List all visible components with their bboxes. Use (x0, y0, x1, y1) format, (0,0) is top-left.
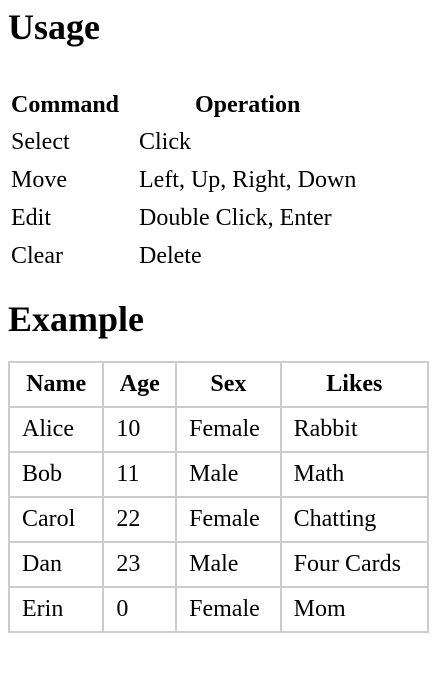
table-cell-age[interactable]: 10 (102, 406, 178, 453)
usage-row: Edit Double Click, Enter (10, 200, 357, 236)
usage-row: Clear Delete (10, 238, 357, 274)
table-cell-sex[interactable]: Male (175, 451, 282, 498)
example-table[interactable]: Name Age Sex Likes Alice 10 Female Rabbi… (7, 361, 430, 633)
table-cell-likes[interactable]: Math (279, 451, 430, 498)
document-page: Usage Command Operation Select Click Mov… (0, 0, 437, 633)
table-row: Carol 22 Female Chatting (7, 496, 430, 543)
table-cell-sex[interactable]: Female (175, 496, 282, 543)
usage-row: Move Left, Up, Right, Down (10, 162, 357, 198)
table-cell-name[interactable]: Alice (7, 406, 105, 453)
table-cell-age[interactable]: 23 (102, 541, 178, 588)
usage-command-cell: Edit (11, 204, 51, 231)
usage-operation-cell: Click (139, 128, 191, 155)
usage-command-cell: Select (11, 128, 70, 155)
table-cell-likes[interactable]: Chatting (279, 496, 430, 543)
table-row: Bob 11 Male Math (7, 451, 430, 498)
table-cell-name[interactable]: Carol (7, 496, 105, 543)
usage-header-operation: Operation (194, 91, 301, 118)
table-row: Dan 23 Male Four Cards (7, 541, 430, 588)
example-header-row: Name Age Sex Likes (7, 361, 430, 408)
table-cell-likes[interactable]: Mom (279, 586, 430, 633)
usage-command-cell: Move (11, 166, 67, 193)
example-header-likes[interactable]: Likes (279, 361, 430, 408)
example-header-name[interactable]: Name (7, 361, 105, 408)
table-cell-sex[interactable]: Male (175, 541, 282, 588)
usage-table: Command Operation Select Click Move Left… (8, 86, 359, 276)
table-cell-likes[interactable]: Four Cards (279, 541, 430, 588)
table-cell-sex[interactable]: Female (175, 406, 282, 453)
table-cell-age[interactable]: 11 (102, 451, 178, 498)
table-cell-name[interactable]: Bob (7, 451, 105, 498)
usage-header-row: Command Operation (10, 88, 357, 122)
usage-command-cell: Clear (11, 242, 63, 269)
table-cell-name[interactable]: Erin (7, 586, 105, 633)
example-header-age[interactable]: Age (102, 361, 178, 408)
table-cell-age[interactable]: 0 (102, 586, 178, 633)
table-row: Alice 10 Female Rabbit (7, 406, 430, 453)
usage-header-command: Command (11, 91, 120, 118)
table-cell-likes[interactable]: Rabbit (279, 406, 430, 453)
table-cell-name[interactable]: Dan (7, 541, 105, 588)
usage-row: Select Click (10, 124, 357, 160)
table-row: Erin 0 Female Mom (7, 586, 430, 633)
table-cell-sex[interactable]: Female (175, 586, 282, 633)
example-heading: Example (8, 299, 145, 339)
usage-operation-cell: Double Click, Enter (139, 204, 332, 231)
example-header-sex[interactable]: Sex (175, 361, 282, 408)
usage-heading: Usage (8, 7, 100, 47)
table-cell-age[interactable]: 22 (102, 496, 178, 543)
usage-operation-cell: Left, Up, Right, Down (139, 166, 357, 193)
usage-operation-cell: Delete (139, 242, 202, 269)
